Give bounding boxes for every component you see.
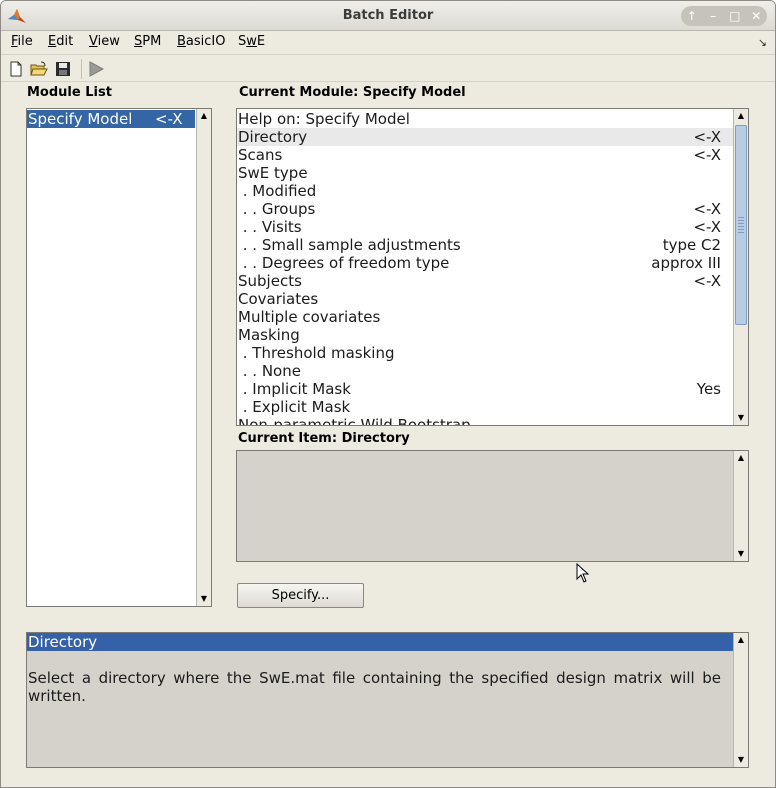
run-icon[interactable] [87, 60, 105, 78]
list-item[interactable]: . Implicit Mask Yes [237, 380, 734, 398]
list-item[interactable]: . . Groups <-X [237, 200, 734, 218]
title-bar[interactable]: Batch Editor ↑ – □ ✕ [1, 1, 775, 31]
module-item-label: Specify Model [28, 110, 133, 128]
specify-button[interactable]: Specify... [237, 583, 364, 608]
menu-swe[interactable]: SwE [238, 34, 265, 49]
module-list-scrollbar[interactable]: ▲ ▼ [196, 109, 211, 606]
help-scrollbar[interactable]: ▲ ▼ [733, 633, 748, 767]
up-icon[interactable]: ↑ [684, 8, 700, 24]
scroll-down-icon[interactable]: ▼ [197, 592, 211, 606]
mouse-cursor-icon [576, 563, 590, 583]
list-item-directory[interactable]: Directory <-X [237, 128, 734, 146]
module-item-status: <-X [155, 110, 183, 128]
module-list-label: Module List [27, 85, 112, 100]
list-item[interactable]: . Modified [237, 182, 734, 200]
help-panel[interactable]: Directory Select a directory where the S… [26, 632, 749, 768]
list-item[interactable]: . . Visits <-X [237, 218, 734, 236]
list-item[interactable]: Subjects <-X [237, 272, 734, 290]
current-item-scrollbar[interactable]: ▲ ▼ [733, 451, 748, 561]
batch-editor-window: Batch Editor ↑ – □ ✕ File Edit View SPM … [0, 0, 776, 788]
scrollbar-thumb[interactable] [735, 125, 747, 325]
list-item[interactable]: SwE type [237, 164, 734, 182]
list-item[interactable]: . . Small sample adjustments type C2 [237, 236, 734, 254]
current-module-label: Current Module: Specify Model [239, 85, 466, 100]
maximize-icon[interactable]: □ [727, 8, 743, 24]
current-item-box[interactable]: ▲ ▼ [236, 450, 749, 562]
list-item[interactable]: . Explicit Mask [237, 398, 734, 416]
window-controls: ↑ – □ ✕ [681, 6, 767, 26]
list-item[interactable]: . . Degrees of freedom type approx III [237, 254, 734, 272]
scroll-down-icon[interactable]: ▼ [734, 411, 748, 425]
module-list-item[interactable]: Specify Model <-X [27, 110, 195, 128]
list-item[interactable]: Masking [237, 326, 734, 344]
current-module-scrollbar[interactable]: ▲ ▼ [733, 109, 748, 425]
new-file-icon[interactable] [7, 60, 25, 78]
toolbar-separator [81, 59, 82, 79]
menu-view[interactable]: View [89, 34, 120, 49]
scroll-up-icon[interactable]: ▲ [734, 633, 748, 647]
open-folder-icon[interactable] [30, 60, 48, 78]
menu-dock-arrow-icon[interactable]: ↘ [758, 36, 767, 49]
help-title: Directory [27, 633, 733, 651]
list-item[interactable]: . Threshold masking [237, 344, 734, 362]
menu-spm[interactable]: SPM [134, 34, 161, 49]
list-item[interactable]: Help on: Specify Model [237, 110, 734, 128]
list-item[interactable]: Multiple covariates [237, 308, 734, 326]
scroll-down-icon[interactable]: ▼ [734, 547, 748, 561]
scroll-up-icon[interactable]: ▲ [734, 109, 748, 123]
current-module-list[interactable]: Help on: Specify Model Directory <-X Sca… [236, 108, 749, 426]
module-list[interactable]: Specify Model <-X ▲ ▼ [26, 108, 212, 607]
list-item[interactable]: . . None [237, 362, 734, 380]
menu-bar: File Edit View SPM BasicIO SwE ↘ [1, 31, 775, 55]
list-item[interactable]: Scans <-X [237, 146, 734, 164]
scroll-down-icon[interactable]: ▼ [734, 753, 748, 767]
list-item[interactable]: Non-parametric Wild Bootstrap [237, 416, 734, 425]
list-item[interactable]: Covariates [237, 290, 734, 308]
save-icon[interactable] [54, 60, 72, 78]
menu-edit[interactable]: Edit [48, 34, 73, 49]
menu-basicio[interactable]: BasicIO [177, 34, 226, 49]
window-title: Batch Editor [342, 8, 434, 23]
scroll-up-icon[interactable]: ▲ [734, 451, 748, 465]
scroll-up-icon[interactable]: ▲ [197, 109, 211, 123]
current-item-label: Current Item: Directory [238, 431, 410, 446]
scrollbar-grip-icon [738, 217, 744, 233]
minimize-icon[interactable]: – [705, 8, 721, 24]
toolbar [1, 56, 775, 82]
menu-file[interactable]: File [11, 34, 33, 49]
help-text: Select a directory where the SwE.mat fil… [28, 669, 721, 705]
close-icon[interactable]: ✕ [748, 8, 764, 24]
